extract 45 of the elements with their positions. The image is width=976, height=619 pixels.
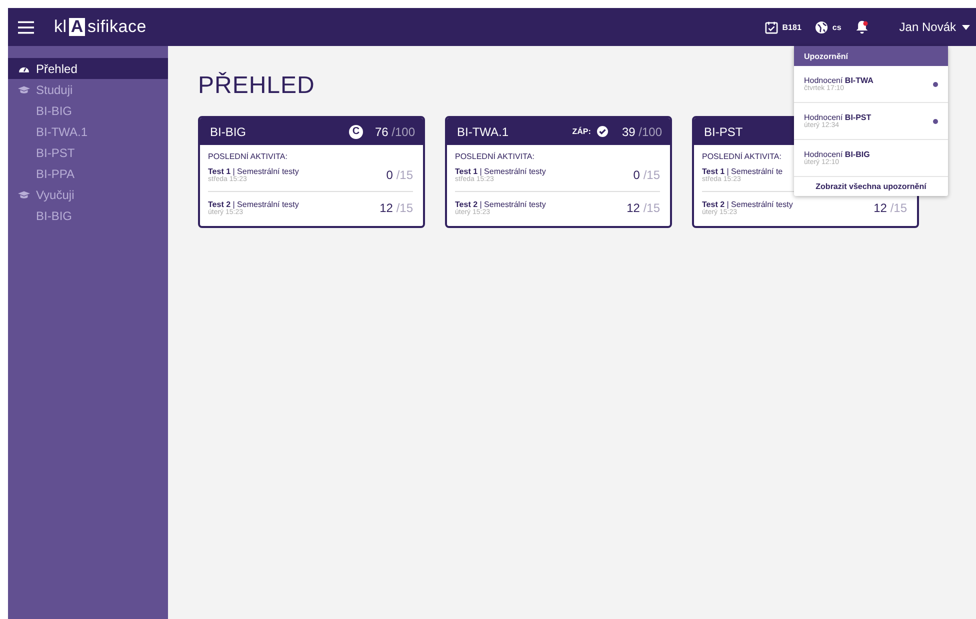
semester-button[interactable]: B181: [765, 20, 802, 34]
activity-label: POSLEDNÍ AKTIVITA:: [455, 152, 534, 161]
activity-score: 0 /15: [386, 168, 413, 182]
card-header[interactable]: BI-TWA.1 ZÁP: 39 /100: [447, 118, 670, 145]
bell-icon[interactable]: [855, 20, 870, 34]
check-circle-icon: [596, 126, 608, 137]
show-all-link[interactable]: Zobrazit všechna upozornění: [794, 177, 948, 196]
user-menu[interactable]: Jan Novák: [899, 20, 970, 34]
notification-text: Hodnocení BI-TWA: [804, 76, 874, 85]
activity-score: 12 /15: [626, 201, 660, 215]
language-button[interactable]: cs: [815, 20, 842, 34]
course-name: BI-TWA.1: [457, 124, 509, 138]
activity-label: POSLEDNÍ AKTIVITA:: [702, 152, 782, 161]
activity-title[interactable]: Test 2 | Semestrální testy: [208, 200, 299, 209]
dropdown-title: Upozornění: [794, 46, 948, 66]
graduation-cap-icon: [18, 190, 30, 200]
globe-icon: [815, 20, 828, 34]
card-header[interactable]: BI-BIG C 76 /100: [200, 118, 423, 145]
notification-text: Hodnocení BI-PST: [804, 113, 872, 122]
notification-text: Hodnocení BI-BIG: [804, 150, 871, 159]
course-name: BI-BIG: [210, 124, 246, 138]
activity-title[interactable]: Test 1 | Semestrální testy: [208, 167, 299, 176]
course-score: 76 /100: [374, 124, 415, 138]
sidebar-label: Vyučuji: [36, 188, 74, 202]
sidebar-label: Přehled: [36, 62, 78, 76]
activity-label: POSLEDNÍ AKTIVITA:: [208, 152, 288, 161]
activity-score: 12 /15: [380, 201, 413, 215]
course-name: BI-PST: [704, 124, 743, 138]
activity-score: 0 /15: [633, 168, 660, 182]
sidebar-label: Studuji: [36, 82, 73, 96]
activity-score: 12 /15: [874, 201, 907, 215]
credit-label: ZÁP:: [572, 127, 591, 136]
graduation-cap-icon: [18, 84, 30, 94]
activity-title[interactable]: Test 2 | Semestrální testy: [702, 200, 793, 209]
caret-icon: [962, 24, 970, 30]
activity-title[interactable]: Test 1 | Semestrální te: [702, 167, 783, 176]
calendar-check-icon: [765, 20, 778, 34]
menu-icon[interactable]: [18, 20, 34, 34]
page-title: PŘEHLED: [198, 72, 315, 100]
activity-title[interactable]: Test 1 | Semestrální testy: [455, 167, 546, 176]
course-score: 39 /100: [622, 124, 662, 138]
sidebar-item[interactable]: Přehled: [8, 58, 168, 79]
activity-title[interactable]: Test 2 | Semestrální testy: [455, 200, 546, 209]
grade-badge: C: [348, 124, 363, 138]
logo[interactable]: kl A sifikace: [54, 17, 147, 37]
